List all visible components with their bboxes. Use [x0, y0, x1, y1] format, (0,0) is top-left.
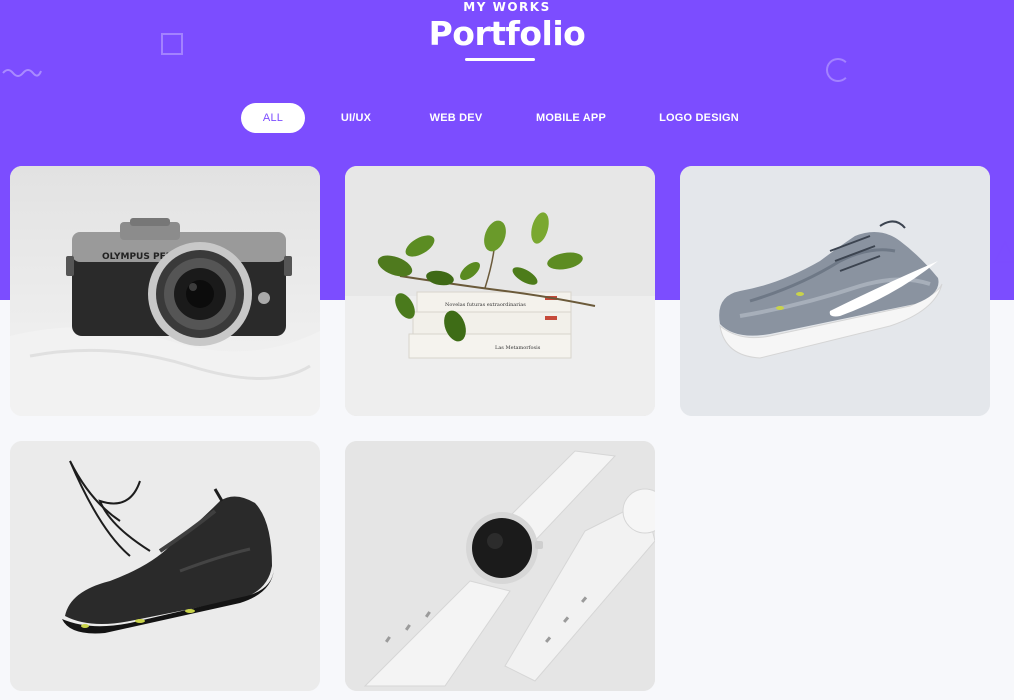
section-subtitle: MY WORKS — [463, 0, 551, 14]
camera-photo: OLYMPUS PEN — [10, 166, 320, 416]
books-with-plant-photo: Novelas futuras extraordinarias Las Meta… — [345, 166, 655, 416]
filter-webdev-button[interactable]: WEB DEV — [424, 103, 488, 133]
filter-all-button[interactable]: ALL — [241, 103, 305, 133]
portfolio-item-books[interactable]: Novelas futuras extraordinarias Las Meta… — [345, 166, 655, 416]
title-underline — [465, 58, 535, 61]
decorative-wave-icon — [2, 69, 42, 77]
decorative-circle-icon — [826, 58, 850, 82]
filter-uiux-button[interactable]: UI/UX — [331, 103, 381, 133]
white-smartwatch-photo — [345, 441, 655, 691]
book-title-1: Novelas futuras extraordinarias — [445, 302, 526, 308]
filter-logo-design-button[interactable]: LOGO DESIGN — [656, 103, 742, 133]
decorative-triangle-icon — [993, 240, 1014, 263]
portfolio-item-camera[interactable]: OLYMPUS PEN — [10, 166, 320, 416]
portfolio-item-smartwatch[interactable] — [345, 441, 655, 691]
black-sneaker-photo — [10, 441, 320, 691]
filter-mobile-app-button[interactable]: MOBILE APP — [532, 103, 610, 133]
portfolio-item-grey-sneaker[interactable] — [680, 166, 990, 416]
portfolio-filter-bar: ALL UI/UX WEB DEV MOBILE APP LOGO DESIGN — [0, 103, 1014, 133]
section-title: Portfolio — [428, 14, 586, 53]
portfolio-item-black-sneaker[interactable] — [10, 441, 320, 691]
grey-sneaker-photo — [680, 166, 990, 416]
book-title-2: Las Metamorfosis — [495, 345, 541, 351]
